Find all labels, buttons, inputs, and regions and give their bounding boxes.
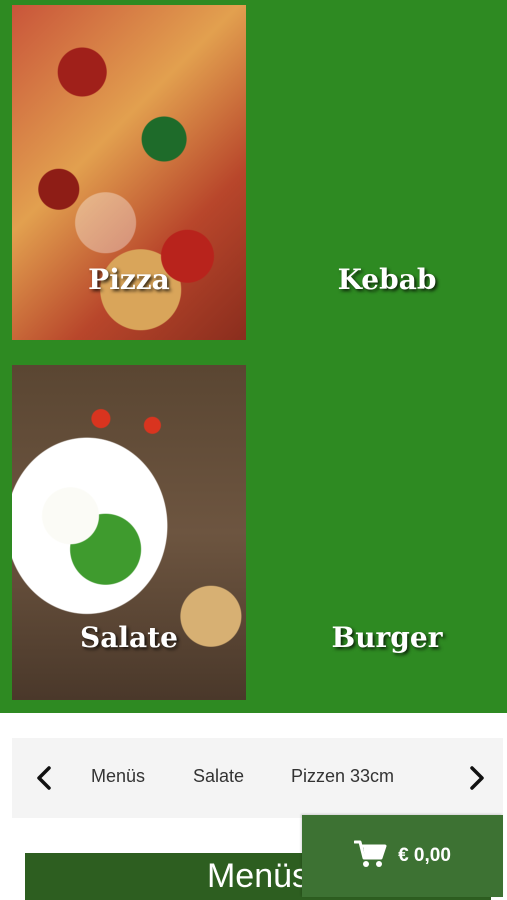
category-label-burger: Burger (331, 621, 443, 654)
category-label-salate: Salate (80, 621, 178, 654)
category-tile-burger[interactable]: Burger (271, 365, 503, 700)
cart-total: € 0,00 (398, 845, 451, 866)
carousel-item-salate[interactable]: Salate (193, 766, 244, 787)
carousel-item-menus[interactable]: Menüs (91, 766, 145, 787)
category-tile-kebab[interactable]: Kebab (271, 5, 503, 340)
category-label-kebab: Kebab (337, 263, 437, 296)
category-tile-salate[interactable]: Salate (12, 365, 246, 700)
category-label-pizza: Pizza (88, 263, 170, 296)
chevron-right-icon[interactable] (459, 760, 495, 796)
category-grid: Pizza Kebab Salate Burger (0, 0, 507, 713)
cart-button[interactable]: € 0,00 (302, 815, 503, 897)
category-tile-pizza[interactable]: Pizza (12, 5, 246, 340)
carousel-item-pizzen[interactable]: Pizzen 33cm (291, 766, 394, 787)
shopping-cart-icon (353, 839, 388, 873)
category-carousel: Menüs Salate Pizzen 33cm (12, 738, 503, 818)
chevron-left-icon[interactable] (26, 760, 62, 796)
